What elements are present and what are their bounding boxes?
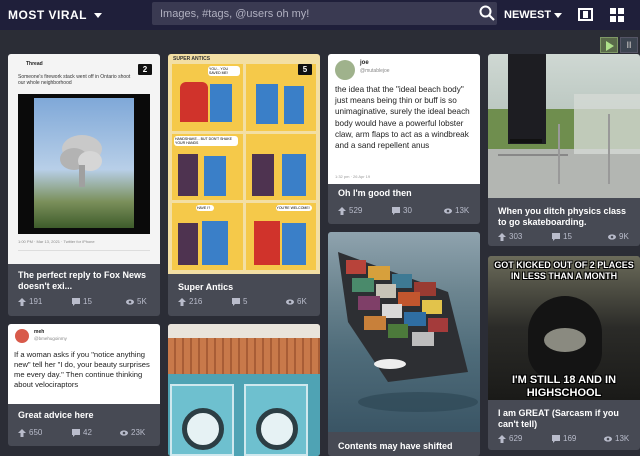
upvote-count: 303 <box>509 232 523 241</box>
meme-image: GOT KICKED OUT OF 2 PLACES IN LESS THAN … <box>488 256 640 400</box>
post-title: Oh I'm good then <box>338 188 412 198</box>
avatar <box>15 329 29 343</box>
eye-icon <box>120 429 128 436</box>
post-title: I am GREAT (Sarcasm if you can't tell) <box>498 408 619 429</box>
upvote-arrow-icon[interactable] <box>18 428 26 437</box>
post-card[interactable]: joe @mutablejoe the idea that the "ideal… <box>328 54 480 224</box>
tweet-username: joe <box>360 60 369 66</box>
smoke-cloud <box>60 135 102 187</box>
post-title: Great advice here <box>18 410 94 420</box>
tweet-footer: 1:00 PM · Mar 13, 2021 · Twitter for iPh… <box>18 239 95 244</box>
upvote-count: 650 <box>29 428 43 437</box>
album-count-badge: 5 <box>298 64 312 75</box>
comment-icon[interactable] <box>72 297 80 306</box>
post-card[interactable]: Contents may have shifted <box>328 232 480 456</box>
tweet-screenshot: meh @bmehugoinmy If a woman asks if you … <box>8 324 160 404</box>
comment-icon[interactable] <box>232 297 240 306</box>
post-card[interactable]: SUPER ANTICS YOU... YOU SAVED ME! HANDSH… <box>168 54 320 316</box>
comic-title: SUPER ANTICS <box>173 56 211 62</box>
upvote-arrow-icon[interactable] <box>338 206 346 215</box>
comment-count: 5 <box>243 297 248 306</box>
eye-icon <box>126 298 134 305</box>
comment-count: 15 <box>83 297 92 306</box>
post-stats: 191 15 5K <box>8 297 160 311</box>
post-card[interactable]: meh @bmehugoinmy If a woman asks if you … <box>8 324 160 446</box>
eye-icon <box>604 435 612 442</box>
post-card[interactable]: When you ditch physics class to go skate… <box>488 54 640 246</box>
upvote-count: 191 <box>29 297 43 306</box>
album-count-badge: 2 <box>138 64 152 75</box>
laundromat-image <box>168 324 320 456</box>
post-stats: 529 30 13K <box>328 206 480 220</box>
avatar <box>335 60 355 80</box>
tweet-screenshot: Thread Someone's firework stack went off… <box>8 54 160 264</box>
ship-image <box>328 232 480 432</box>
post-stats: 216 5 6K <box>168 297 320 311</box>
view-count: 6K <box>297 297 307 306</box>
skateboard-image <box>488 54 640 198</box>
meme-bottom-text: I'M STILL 18 AND IN HIGHSCHOOL <box>511 374 617 399</box>
tweet-footer: 1:32 pm · 26 Apr 19 <box>335 174 371 179</box>
comment-count: 15 <box>563 232 572 241</box>
sort-newest-label: NEWEST <box>504 9 552 21</box>
view-count: 23K <box>131 428 146 437</box>
caret-down-icon <box>94 12 102 18</box>
tweet-handle: @mutablejoe <box>360 68 390 74</box>
upvote-arrow-icon[interactable] <box>498 232 506 241</box>
post-card[interactable]: Thread Someone's firework stack went off… <box>8 54 160 316</box>
post-stats: 303 15 9K <box>488 232 640 246</box>
comic-image: SUPER ANTICS YOU... YOU SAVED ME! HANDSH… <box>168 54 320 274</box>
post-title: When you ditch physics class to go skate… <box>498 206 627 227</box>
sort-newest-dropdown[interactable]: NEWEST <box>504 9 563 21</box>
upvote-arrow-icon[interactable] <box>178 297 186 306</box>
post-title: Contents may have shifted <box>338 441 453 451</box>
meme-top-text: GOT KICKED OUT OF 2 PLACES IN LESS THAN … <box>494 260 634 281</box>
view-count: 13K <box>455 206 470 215</box>
search-input[interactable] <box>152 2 497 25</box>
sort-viral-label: MOST VIRAL <box>8 8 87 22</box>
tweet-handle: @bmehugoinmy <box>34 336 67 341</box>
search-icon[interactable] <box>478 4 496 22</box>
video-frame <box>18 94 150 234</box>
tweet-screenshot: joe @mutablejoe the idea that the "ideal… <box>328 54 480 184</box>
post-card[interactable]: GOT KICKED OUT OF 2 PLACES IN LESS THAN … <box>488 256 640 450</box>
pause-icon[interactable] <box>620 37 638 53</box>
gif-controls <box>600 37 638 53</box>
comment-icon[interactable] <box>552 232 560 241</box>
tweet-text: Someone's firework stack went off in Ont… <box>18 74 131 86</box>
view-count: 9K <box>619 232 629 241</box>
single-view-icon[interactable] <box>578 8 593 21</box>
post-title: The perfect reply to Fox News doesn't ex… <box>18 270 147 291</box>
caret-down-icon <box>554 12 563 18</box>
thread-header: Thread <box>26 61 43 67</box>
eye-icon <box>286 298 294 305</box>
eye-icon <box>444 207 452 214</box>
comment-count: 30 <box>403 206 412 215</box>
upvote-arrow-icon[interactable] <box>18 297 26 306</box>
eye-icon <box>608 233 616 240</box>
tweet-username: meh <box>34 329 45 335</box>
comment-icon[interactable] <box>552 434 560 443</box>
comment-icon[interactable] <box>72 428 80 437</box>
post-title: Super Antics <box>178 282 234 292</box>
comic-panels: YOU... YOU SAVED ME! HANDSHAKE... BUT DO… <box>172 64 316 270</box>
upvote-arrow-icon[interactable] <box>498 434 506 443</box>
post-card[interactable] <box>168 324 320 456</box>
comment-count: 42 <box>83 428 92 437</box>
grid-view-icon[interactable] <box>610 8 624 22</box>
post-stats: 650 42 23K <box>8 428 160 442</box>
top-navigation-bar: MOST VIRAL NEWEST <box>0 0 640 30</box>
sort-viral-dropdown[interactable]: MOST VIRAL <box>8 8 102 22</box>
upvote-count: 216 <box>189 297 203 306</box>
comment-icon[interactable] <box>392 206 400 215</box>
view-count: 13K <box>615 434 630 443</box>
comment-count: 169 <box>563 434 577 443</box>
play-icon[interactable] <box>600 37 618 53</box>
upvote-count: 529 <box>349 206 363 215</box>
tweet-text: the idea that the "ideal beach body" jus… <box>335 85 470 151</box>
post-stats: 629 169 13K <box>488 434 640 448</box>
view-count: 5K <box>137 297 147 306</box>
tweet-text: If a woman asks if you "notice anything … <box>14 350 150 389</box>
upvote-count: 629 <box>509 434 523 443</box>
